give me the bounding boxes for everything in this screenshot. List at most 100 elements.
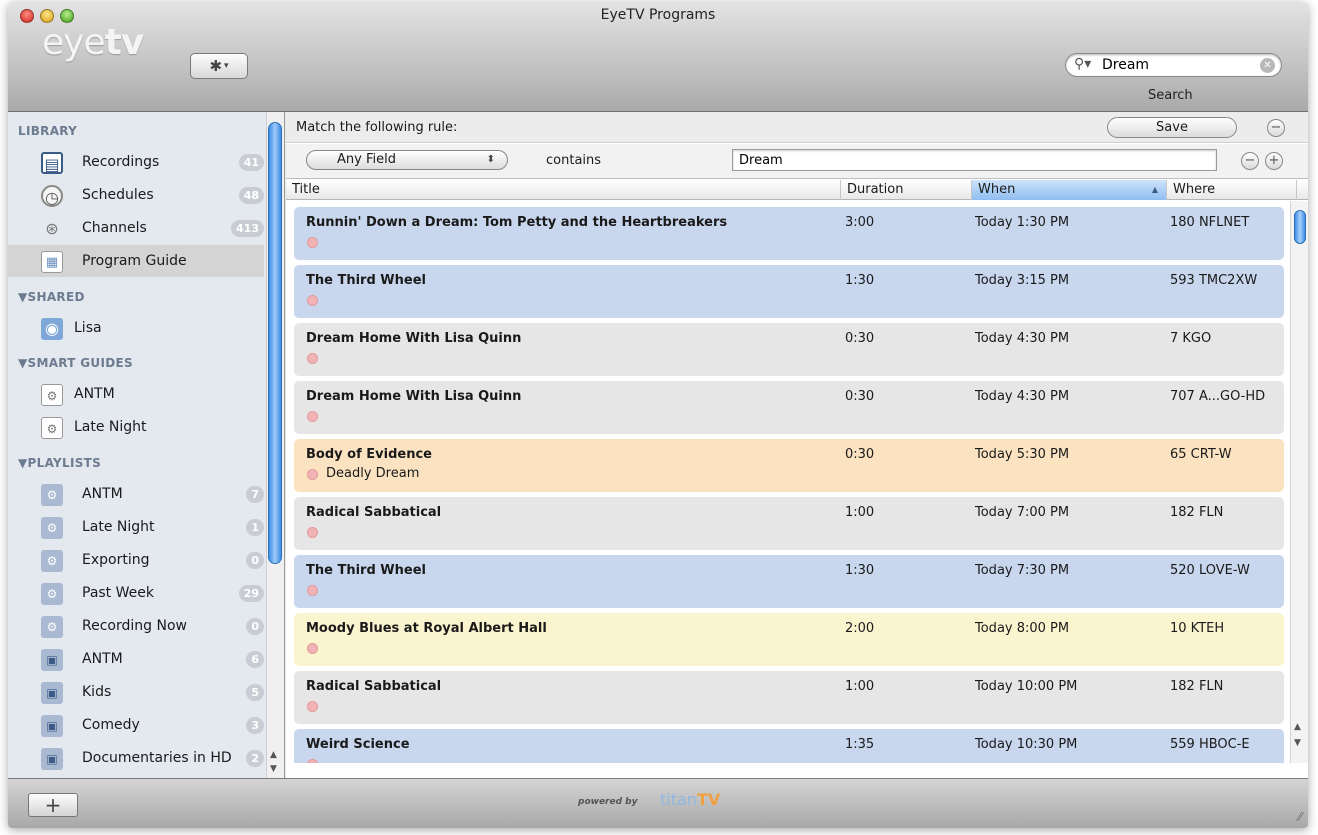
column-title[interactable]: Title	[286, 180, 841, 200]
satellite-icon: ⊛	[45, 219, 59, 238]
sidebar-item-playlist-exporting[interactable]: ⚙ Exporting 0	[8, 544, 264, 576]
program-when: Today 10:00 PM	[975, 679, 1078, 694]
add-playlist-button[interactable]: +	[28, 793, 78, 817]
program-when: Today 1:30 PM	[975, 215, 1070, 230]
sidebar-item-label: Schedules	[82, 187, 154, 203]
record-dot-icon[interactable]	[307, 701, 318, 712]
sidebar-item-schedules[interactable]: ◷ Schedules 48	[8, 179, 264, 211]
program-row[interactable]: Radical Sabbatical 1:00 Today 10:00 PM 182 …	[294, 671, 1284, 724]
record-dot-icon[interactable]	[307, 237, 318, 248]
search-input[interactable]	[1102, 56, 1252, 74]
sidebar-item-smart-guide-late-night[interactable]: ⚙ Late Night	[8, 411, 264, 443]
sidebar-item-playlist-recording-now[interactable]: ⚙ Recording Now 0	[8, 610, 264, 642]
save-button[interactable]: Save	[1107, 117, 1237, 138]
remove-rule-bar-button[interactable]: −	[1267, 119, 1285, 137]
program-duration: 3:00	[845, 215, 875, 230]
sidebar-item-smart-guide-antm[interactable]: ⚙ ANTM	[8, 378, 264, 410]
clock-icon: ◷	[41, 185, 63, 207]
program-title: Radical Sabbatical	[306, 505, 442, 520]
sidebar-item-label: ANTM	[82, 651, 123, 667]
program-row[interactable]: Runnin' Down a Dream: Tom Petty and the …	[294, 207, 1284, 260]
scroll-up-icon[interactable]: ▲	[1294, 722, 1301, 732]
program-duration: 2:00	[845, 621, 875, 636]
program-row[interactable]: The Third Wheel 1:30 Today 7:30 PM 520 LOVE…	[294, 555, 1284, 608]
remove-criterion-button[interactable]: −	[1241, 152, 1259, 170]
program-where: 520 LOVE-W	[1170, 563, 1250, 578]
column-when[interactable]: When ▲	[972, 180, 1167, 200]
sidebar-item-playlist-antm[interactable]: ⚙ ANTM 7	[8, 478, 264, 510]
column-duration[interactable]: Duration	[841, 180, 972, 200]
add-criterion-button[interactable]: +	[1265, 152, 1283, 170]
program-row[interactable]: Radical Sabbatical 1:00 Today 7:00 PM 182 F…	[294, 497, 1284, 550]
record-dot-icon[interactable]	[307, 353, 318, 364]
rule-bar: Match the following rule: Save −	[286, 112, 1308, 143]
column-where[interactable]: Where	[1167, 180, 1297, 200]
record-dot-icon[interactable]	[307, 527, 318, 538]
gear-icon: ✱	[209, 57, 223, 75]
program-duration: 1:30	[845, 273, 875, 288]
record-dot-icon[interactable]	[307, 295, 318, 306]
sidebar-item-label: Recording Now	[82, 618, 187, 634]
record-dot-icon[interactable]	[307, 759, 318, 763]
program-where: 593 TMC2XW	[1170, 273, 1258, 288]
sidebar-item-channels[interactable]: ⊛ Channels 413	[8, 212, 264, 244]
resize-grip-icon[interactable]: ⁄⁄	[1298, 810, 1302, 824]
program-when: Today 4:30 PM	[975, 389, 1070, 404]
shared-folder-icon: ◉	[41, 318, 63, 340]
column-when-label: When	[978, 182, 1016, 197]
program-list-pane: Match the following rule: Save − Any Fie…	[286, 112, 1308, 778]
program-row[interactable]: Body of Evidence Deadly Dream 0:30 Today 5:…	[294, 439, 1284, 492]
count-badge: 1	[246, 519, 264, 536]
sidebar-item-program-guide[interactable]: ▦ Program Guide	[8, 245, 264, 277]
clear-search-icon[interactable]: ✕	[1260, 58, 1275, 73]
section-shared: ▼SHARED	[18, 290, 85, 304]
scroll-down-icon[interactable]: ▼	[1294, 738, 1301, 748]
program-when: Today 5:30 PM	[975, 447, 1070, 462]
program-rows: Runnin' Down a Dream: Tom Petty and the …	[286, 201, 1286, 763]
program-row[interactable]: The Third Wheel 1:30 Today 3:15 PM 593 TMC2…	[294, 265, 1284, 318]
program-episode: Deadly Dream	[326, 466, 420, 481]
sidebar-item-playlist-past-week[interactable]: ⚙ Past Week 29	[8, 577, 264, 609]
program-row[interactable]: Weird Science 1:35 Today 10:30 PM 559 HBOC-…	[294, 729, 1284, 763]
program-row[interactable]: Dream Home With Lisa Quinn 0:30 Today 4:30…	[294, 381, 1284, 434]
program-list-scrollbar[interactable]	[1290, 201, 1308, 763]
sidebar-item-label: Exporting	[82, 552, 150, 568]
operator-label: contains	[546, 153, 602, 168]
record-dot-icon[interactable]	[307, 469, 318, 480]
program-where: 707 A...GO-HD	[1170, 389, 1266, 404]
field-select[interactable]: Any Field ⬍	[306, 150, 508, 170]
scroll-up-icon[interactable]: ▲	[270, 750, 277, 760]
scroll-down-icon[interactable]: ▼	[270, 764, 277, 774]
record-dot-icon[interactable]	[307, 411, 318, 422]
program-duration: 1:30	[845, 563, 875, 578]
sidebar-item-playlist-documentaries-hd[interactable]: ▣ Documentaries in HD 2	[8, 742, 264, 774]
program-duration: 1:35	[845, 737, 875, 752]
search-icon: ⚲▾	[1074, 56, 1092, 72]
record-dot-icon[interactable]	[307, 585, 318, 596]
criteria-value-input[interactable]	[732, 149, 1217, 171]
criteria-row: Any Field ⬍ contains − +	[286, 144, 1308, 179]
toolbar: EyeTV Programs eyetv ✱▾ ⚲▾ ✕ Search	[8, 2, 1308, 112]
smart-playlist-icon: ⚙	[41, 550, 63, 572]
program-duration: 1:00	[845, 679, 875, 694]
record-dot-icon[interactable]	[307, 643, 318, 654]
count-badge: 6	[246, 651, 264, 668]
sidebar-scroll-thumb[interactable]	[268, 122, 282, 564]
search-field[interactable]: ⚲▾ ✕	[1065, 53, 1282, 77]
count-badge: 3	[246, 717, 264, 734]
playlist-icon: ▣	[41, 748, 63, 770]
program-row[interactable]: Moody Blues at Royal Albert Hall 2:00 Toda…	[294, 613, 1284, 666]
sidebar-item-recordings[interactable]: ▤ Recordings 41	[8, 146, 264, 178]
program-list-scroll-thumb[interactable]	[1294, 210, 1306, 244]
program-row[interactable]: Dream Home With Lisa Quinn 0:30 Today 4:30…	[294, 323, 1284, 376]
sidebar-item-playlist-antm-2[interactable]: ▣ ANTM 6	[8, 643, 264, 675]
sidebar-item-label: Lisa	[74, 320, 102, 336]
eyetv-logo: eyetv	[42, 22, 144, 63]
sidebar-item-label: ANTM	[82, 486, 123, 502]
sidebar-item-playlist-late-night[interactable]: ⚙ Late Night 1	[8, 511, 264, 543]
sidebar-item-playlist-comedy[interactable]: ▣ Comedy 3	[8, 709, 264, 741]
action-menu-button[interactable]: ✱ ▾	[190, 53, 248, 79]
sidebar-item-lisa[interactable]: ◉ Lisa	[8, 312, 264, 344]
field-select-value: Any Field	[337, 152, 396, 167]
sidebar-item-playlist-kids[interactable]: ▣ Kids 5	[8, 676, 264, 708]
